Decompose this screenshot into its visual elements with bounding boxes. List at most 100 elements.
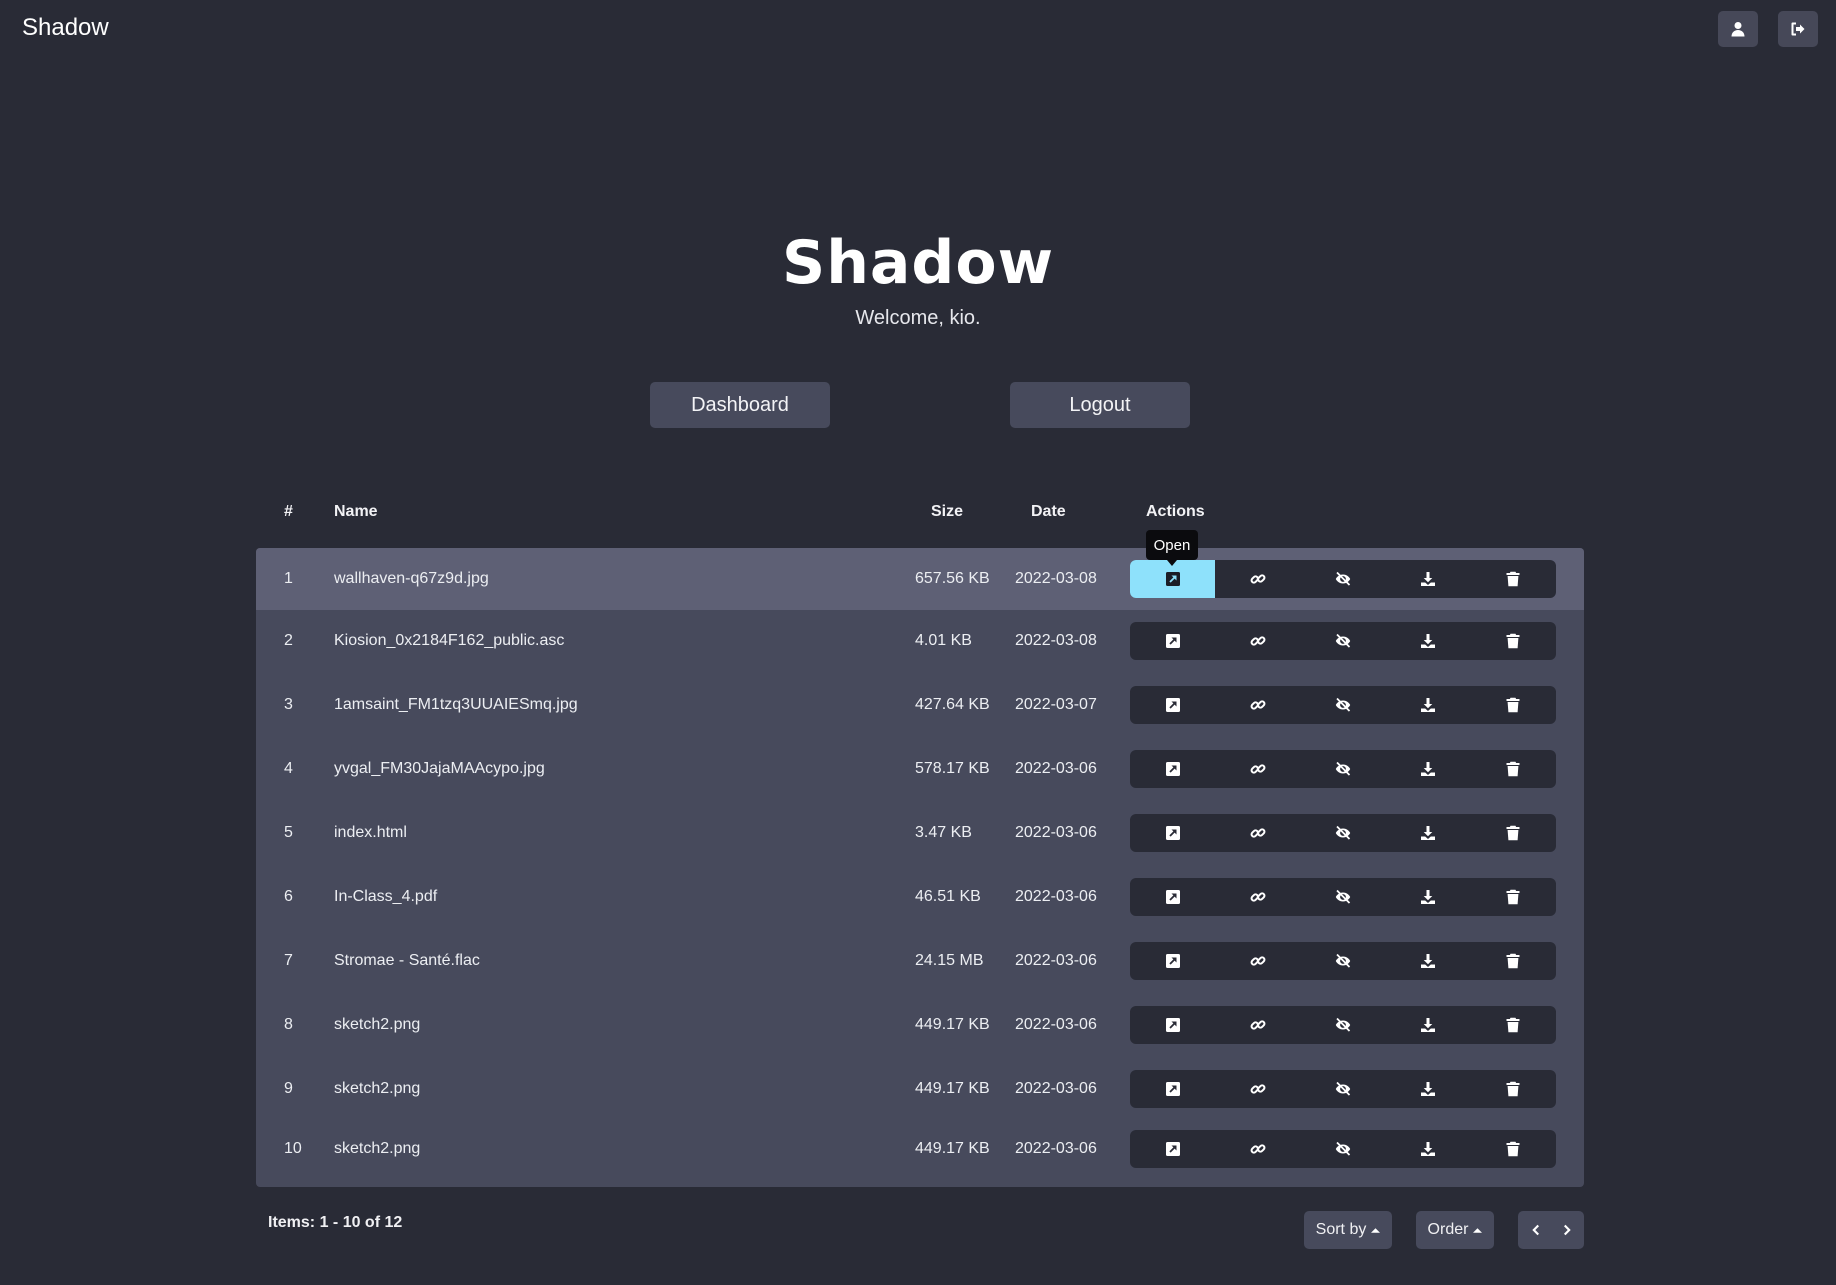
row-number: 3: [284, 696, 293, 713]
open-button[interactable]: [1130, 686, 1215, 724]
delete-button[interactable]: [1471, 750, 1556, 788]
file-name[interactable]: index.html: [334, 824, 407, 842]
file-name[interactable]: sketch2.png: [334, 1080, 420, 1098]
brand-logo[interactable]: Shadow: [22, 14, 109, 42]
row-actions: [1130, 622, 1556, 660]
row-actions: [1130, 814, 1556, 852]
open-button[interactable]: [1130, 1006, 1215, 1044]
copy-link-button[interactable]: [1215, 750, 1300, 788]
file-size: 427.64 KB: [915, 696, 990, 713]
copy-link-button[interactable]: [1215, 686, 1300, 724]
file-size: 449.17 KB: [915, 1080, 990, 1097]
file-name[interactable]: Kiosion_0x2184F162_public.asc: [334, 632, 564, 650]
toggle-visibility-button[interactable]: [1300, 878, 1385, 916]
open-button[interactable]: [1130, 1130, 1215, 1168]
dashboard-button[interactable]: Dashboard: [650, 382, 830, 428]
toggle-visibility-button[interactable]: [1300, 1070, 1385, 1108]
copy-link-button[interactable]: [1215, 878, 1300, 916]
row-actions: [1130, 560, 1556, 598]
file-name[interactable]: Stromae - Santé.flac: [334, 952, 480, 970]
download-button[interactable]: [1386, 878, 1471, 916]
table-row[interactable]: 5 index.html 3.47 KB 2022-03-06: [256, 802, 1584, 864]
table-row[interactable]: 4 yvgal_FM30JajaMAAcypo.jpg 578.17 KB 2022-…: [256, 738, 1584, 800]
file-name[interactable]: In-Class_4.pdf: [334, 888, 437, 906]
header-name[interactable]: Name: [334, 503, 378, 521]
file-name[interactable]: yvgal_FM30JajaMAAcypo.jpg: [334, 760, 545, 778]
row-actions: [1130, 1130, 1556, 1168]
copy-link-button[interactable]: [1215, 942, 1300, 980]
row-actions: [1130, 1070, 1556, 1108]
download-button[interactable]: [1386, 560, 1471, 598]
toggle-visibility-button[interactable]: [1300, 1130, 1385, 1168]
toggle-visibility-button[interactable]: [1300, 814, 1385, 852]
toggle-visibility-button[interactable]: [1300, 942, 1385, 980]
download-button[interactable]: [1386, 622, 1471, 660]
eye-slash-icon: [1335, 761, 1351, 776]
header-date[interactable]: Date: [1031, 503, 1066, 521]
table-row[interactable]: 2 Kiosion_0x2184F162_public.asc 4.01 KB 202…: [256, 610, 1584, 672]
toggle-visibility-button[interactable]: [1300, 686, 1385, 724]
profile-button[interactable]: [1718, 11, 1758, 47]
eye-slash-icon: [1335, 633, 1351, 648]
delete-button[interactable]: [1471, 814, 1556, 852]
open-button[interactable]: [1130, 622, 1215, 660]
file-name[interactable]: sketch2.png: [334, 1140, 420, 1158]
copy-link-button[interactable]: [1215, 1070, 1300, 1108]
delete-button[interactable]: [1471, 878, 1556, 916]
delete-button[interactable]: [1471, 942, 1556, 980]
header-size[interactable]: Size: [931, 503, 963, 521]
toggle-visibility-button[interactable]: [1300, 750, 1385, 788]
items-count: Items: 1 - 10 of 12: [268, 1214, 403, 1231]
table-row[interactable]: 7 Stromae - Santé.flac 24.15 MB 2022-03-06: [256, 930, 1584, 992]
file-name[interactable]: wallhaven-q67z9d.jpg: [334, 570, 489, 588]
table-row[interactable]: 3 1amsaint_FM1tzq3UUAIESmq.jpg 427.64 KB 20…: [256, 674, 1584, 736]
download-icon: [1421, 572, 1436, 586]
download-button[interactable]: [1386, 1130, 1471, 1168]
delete-button[interactable]: [1471, 1006, 1556, 1044]
download-button[interactable]: [1386, 1070, 1471, 1108]
chevron-right-icon: [1563, 1224, 1571, 1236]
download-button[interactable]: [1386, 814, 1471, 852]
open-button[interactable]: [1130, 814, 1215, 852]
trash-icon: [1506, 1141, 1520, 1157]
toggle-visibility-button[interactable]: [1300, 560, 1385, 598]
file-name[interactable]: 1amsaint_FM1tzq3UUAIESmq.jpg: [334, 696, 578, 714]
download-button[interactable]: [1386, 942, 1471, 980]
copy-link-button[interactable]: [1215, 814, 1300, 852]
file-name[interactable]: sketch2.png: [334, 1016, 420, 1034]
eye-slash-icon: [1335, 1141, 1351, 1156]
header-num: #: [284, 503, 293, 520]
toggle-visibility-button[interactable]: [1300, 1006, 1385, 1044]
copy-link-button[interactable]: [1215, 622, 1300, 660]
table-row[interactable]: 1 wallhaven-q67z9d.jpg 657.56 KB 2022-03-08: [256, 548, 1584, 610]
next-page-button[interactable]: [1551, 1211, 1584, 1249]
order-button[interactable]: Order: [1416, 1211, 1494, 1249]
open-button[interactable]: [1130, 942, 1215, 980]
delete-button[interactable]: [1471, 686, 1556, 724]
open-external-icon: [1165, 954, 1180, 968]
open-button[interactable]: [1130, 1070, 1215, 1108]
logout-button[interactable]: Logout: [1010, 382, 1190, 428]
open-button[interactable]: [1130, 750, 1215, 788]
sort-by-button[interactable]: Sort by: [1304, 1211, 1392, 1249]
prev-page-button[interactable]: [1518, 1211, 1551, 1249]
download-button[interactable]: [1386, 750, 1471, 788]
copy-link-button[interactable]: [1215, 560, 1300, 598]
table-row[interactable]: 8 sketch2.png 449.17 KB 2022-03-06: [256, 994, 1584, 1056]
delete-button[interactable]: [1471, 1070, 1556, 1108]
sign-out-button[interactable]: [1778, 11, 1818, 47]
download-button[interactable]: [1386, 1006, 1471, 1044]
toggle-visibility-button[interactable]: [1300, 622, 1385, 660]
download-button[interactable]: [1386, 686, 1471, 724]
delete-button[interactable]: [1471, 560, 1556, 598]
copy-link-button[interactable]: [1215, 1130, 1300, 1168]
table-row[interactable]: 10 sketch2.png 449.17 KB 2022-03-06: [256, 1118, 1584, 1180]
open-external-icon: [1165, 634, 1180, 648]
open-button[interactable]: [1130, 878, 1215, 916]
delete-button[interactable]: [1471, 622, 1556, 660]
row-actions: [1130, 686, 1556, 724]
table-row[interactable]: 6 In-Class_4.pdf 46.51 KB 2022-03-06: [256, 866, 1584, 928]
delete-button[interactable]: [1471, 1130, 1556, 1168]
table-row[interactable]: 9 sketch2.png 449.17 KB 2022-03-06: [256, 1058, 1584, 1120]
copy-link-button[interactable]: [1215, 1006, 1300, 1044]
